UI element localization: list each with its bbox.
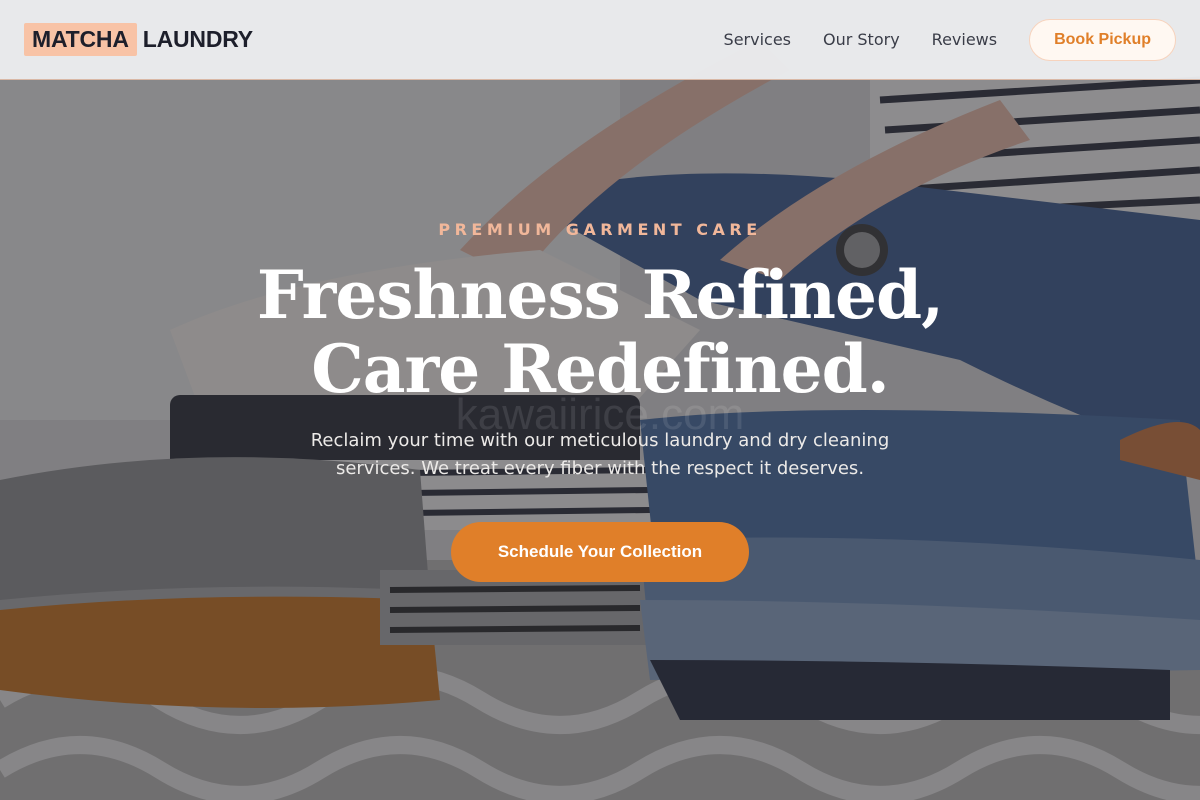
hero-eyebrow: PREMIUM GARMENT CARE [438, 220, 762, 239]
nav-link-services[interactable]: Services [724, 30, 791, 49]
logo-mark: MATCHA [24, 23, 137, 56]
hero-headline: Freshness Refined, Care Redefined. [0, 258, 1200, 406]
headline-line-2: Care Redefined. [311, 330, 890, 408]
schedule-collection-button[interactable]: Schedule Your Collection [451, 522, 749, 582]
hero-section: kawaiirice.com PREMIUM GARMENT CARE Fres… [0, 0, 1200, 800]
top-navbar: MATCHA LAUNDRY Services Our Story Review… [0, 0, 1200, 80]
headline-line-1: Freshness Refined, [256, 256, 944, 334]
logo-text: LAUNDRY [142, 26, 253, 52]
book-pickup-button[interactable]: Book Pickup [1029, 18, 1176, 61]
nav-link-our-story[interactable]: Our Story [823, 30, 900, 49]
brand-logo[interactable]: MATCHA LAUNDRY [24, 23, 253, 56]
hero-subtext: Reclaim your time with our meticulous la… [310, 430, 890, 479]
nav-link-reviews[interactable]: Reviews [932, 30, 997, 49]
nav-links: Services Our Story Reviews Book Pickup [724, 18, 1176, 61]
